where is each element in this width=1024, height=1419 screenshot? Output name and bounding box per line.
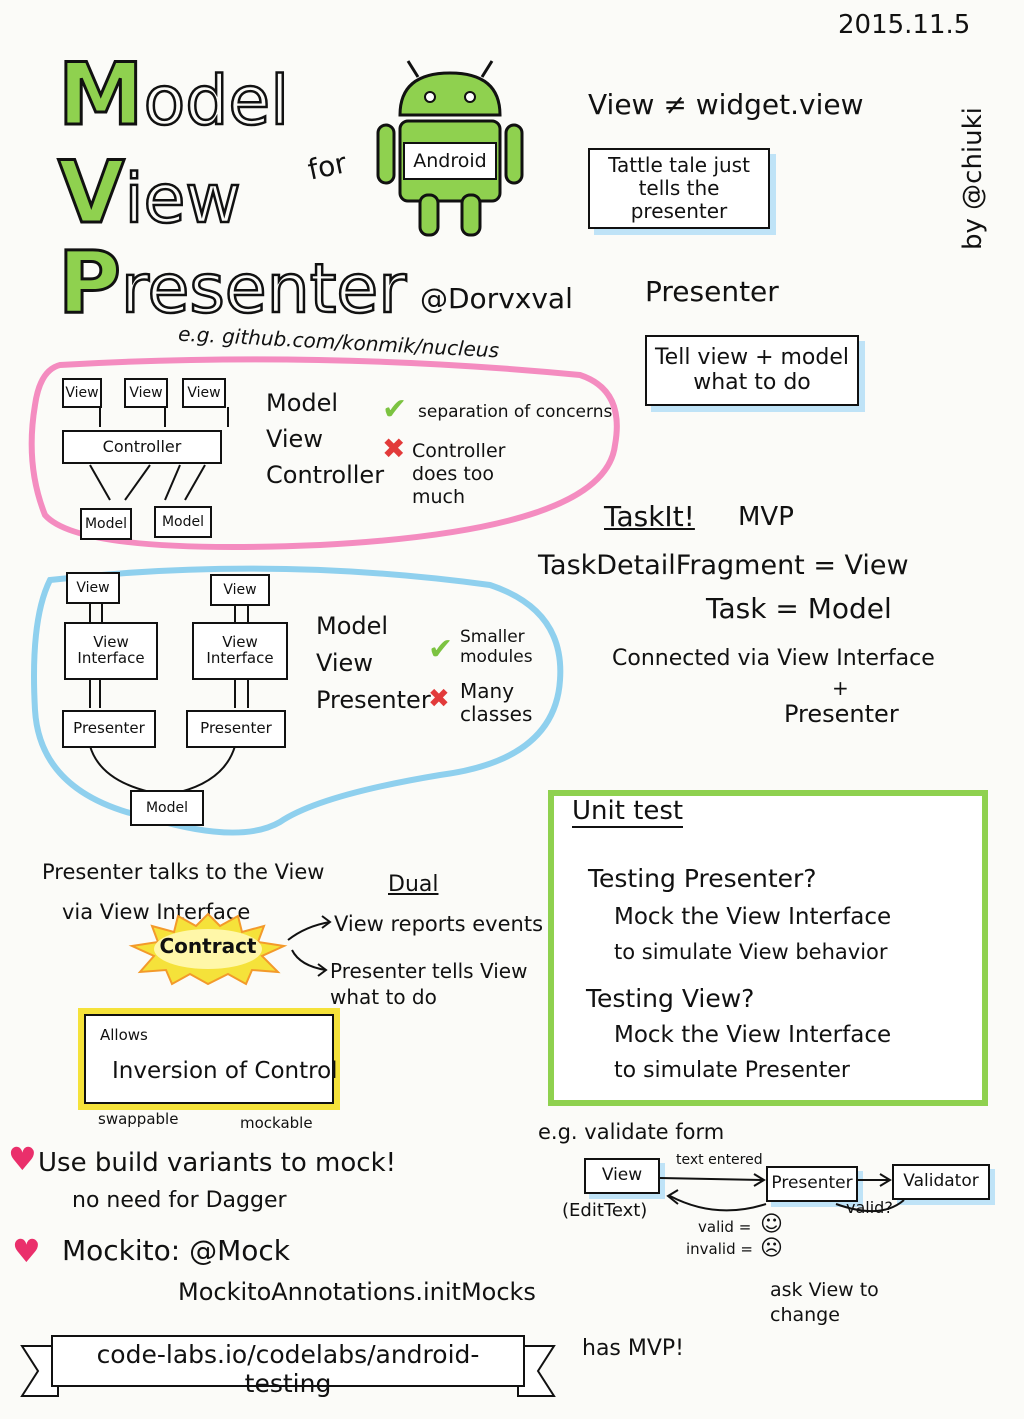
title-presenter-letter: P: [56, 233, 122, 333]
validate-ask: ask View to change: [770, 1279, 879, 1326]
mvp-label: Model View Presenter: [316, 608, 431, 720]
taskit-line2: Task = Model: [706, 592, 892, 625]
contract-line1: Presenter talks to the View: [42, 860, 325, 884]
tip1-sub: no need for Dagger: [72, 1188, 287, 1213]
mvp-presenter-1: Presenter: [62, 710, 156, 748]
mvc-view-3: View: [182, 378, 226, 408]
mvc-con: Controller does too much: [412, 440, 506, 508]
contract-arrow1: View reports events: [334, 912, 544, 936]
title-model-letter: M: [57, 45, 146, 145]
mvp-pro-check-icon: ✔: [428, 632, 454, 667]
unit-test-a2-2: to simulate Presenter: [614, 1058, 850, 1083]
mvp-view-2: View: [210, 574, 270, 606]
date: 2015.11.5: [838, 10, 971, 40]
mvc-model-2: Model: [154, 506, 212, 538]
title-view: View: [57, 149, 243, 239]
mvp-con-cross-icon: ✖: [428, 684, 450, 714]
unit-test-a1-2: to simulate View behavior: [614, 940, 888, 964]
tip2: Mockito: @Mock: [62, 1234, 291, 1267]
taskit-line3: Connected via View Interface: [612, 646, 935, 671]
validate-valid: valid =: [698, 1218, 752, 1236]
validate-invalid: invalid =: [686, 1240, 753, 1258]
contract-arrows: [287, 915, 332, 977]
mvc-con-cross-icon: ✖: [382, 432, 406, 465]
mvc-label-controller: Controller: [266, 461, 385, 489]
banner-url: code-labs.io/codelabs/android-testing: [96, 1340, 480, 1398]
ioc-allows: Allows: [100, 1026, 148, 1044]
tip2-sub: MockitoAnnotations.initMocks: [178, 1278, 536, 1306]
mvc-label-model: Model: [266, 389, 339, 417]
unit-test-q1: Testing Presenter?: [588, 864, 817, 893]
mvc-controller: Controller: [62, 430, 222, 464]
heart-icon-2: ♥: [12, 1232, 41, 1270]
mvp-label-presenter: Presenter: [316, 686, 431, 715]
mvp-model: Model: [130, 790, 204, 826]
taskit-subtitle: MVP: [738, 502, 794, 532]
contract-dual: Dual: [388, 872, 439, 897]
view-note-bubble: Tattle tale just tells the presenter: [588, 148, 770, 229]
mvc-view-1: View: [62, 378, 102, 408]
presenter-note-bubble: Tell view + model what to do: [645, 335, 859, 406]
ioc-right: mockable: [240, 1114, 313, 1132]
validate-validator: Validator: [892, 1164, 990, 1200]
validate-valid-q: valid?: [846, 1198, 893, 1217]
tip1: Use build variants to mock!: [38, 1148, 397, 1178]
taskit-plus: +: [832, 676, 849, 700]
mvp-presenter-2: Presenter: [186, 710, 286, 748]
banner-note: has MVP!: [582, 1336, 684, 1361]
mvp-view-1: View: [66, 572, 120, 604]
title-view-letter: V: [57, 143, 127, 243]
validate-title: e.g. validate form: [538, 1120, 725, 1144]
validate-view-sub: (EditText): [562, 1200, 648, 1221]
title-for: for: [304, 146, 350, 187]
validate-view: View: [584, 1158, 660, 1194]
title-presenter: Presenter: [56, 239, 408, 329]
unit-test-title: Unit test: [572, 796, 684, 828]
mvc-pro-check-icon: ✔: [382, 392, 408, 427]
mvc-pro: separation of concerns: [418, 402, 613, 422]
unit-test-q2: Testing View?: [586, 984, 755, 1013]
mvc-model-1: Model: [80, 508, 132, 540]
author: by @chiuki: [958, 107, 988, 250]
title-presenter-rest: resenter: [120, 250, 408, 329]
contract-arrow2: Presenter tells View what to do: [330, 959, 528, 1009]
heart-icon: ♥: [8, 1140, 37, 1178]
ioc-main: Inversion of Control: [112, 1058, 338, 1084]
taskit-line1: TaskDetailFragment = View: [538, 550, 909, 581]
presenter-note-heading: Presenter: [645, 275, 779, 308]
mvc-label-view: View: [266, 425, 323, 453]
android-label: Android: [413, 150, 487, 172]
contract-burst: Contract: [159, 934, 257, 958]
title-model-rest: odel: [142, 62, 290, 141]
view-note-heading: View ≠ widget.view: [588, 88, 864, 121]
taskit-line4: Presenter: [784, 700, 899, 728]
speaker: @Dorvxval: [420, 282, 573, 315]
frown-icon: ☹: [760, 1236, 783, 1261]
mvp-con: Many classes: [460, 679, 533, 726]
unit-test-a1-1: Mock the View Interface: [614, 904, 892, 930]
taskit-title: TaskIt!: [604, 500, 695, 533]
mvp-interface-2: View Interface: [192, 622, 288, 680]
title-view-rest: iew: [123, 160, 242, 239]
title-model: Model: [57, 51, 291, 141]
smile-icon: ☺: [760, 1212, 783, 1237]
mvc-label: Model View Controller: [266, 385, 384, 493]
mvp-label-view: View: [316, 649, 373, 678]
unit-test-a2-1: Mock the View Interface: [614, 1022, 892, 1048]
mvp-pro: Smaller modules: [460, 627, 533, 667]
mvc-view-2: View: [124, 378, 168, 408]
mvp-interface-1: View Interface: [64, 622, 158, 680]
mvp-label-model: Model: [316, 612, 389, 640]
ioc-left: swappable: [98, 1110, 179, 1128]
